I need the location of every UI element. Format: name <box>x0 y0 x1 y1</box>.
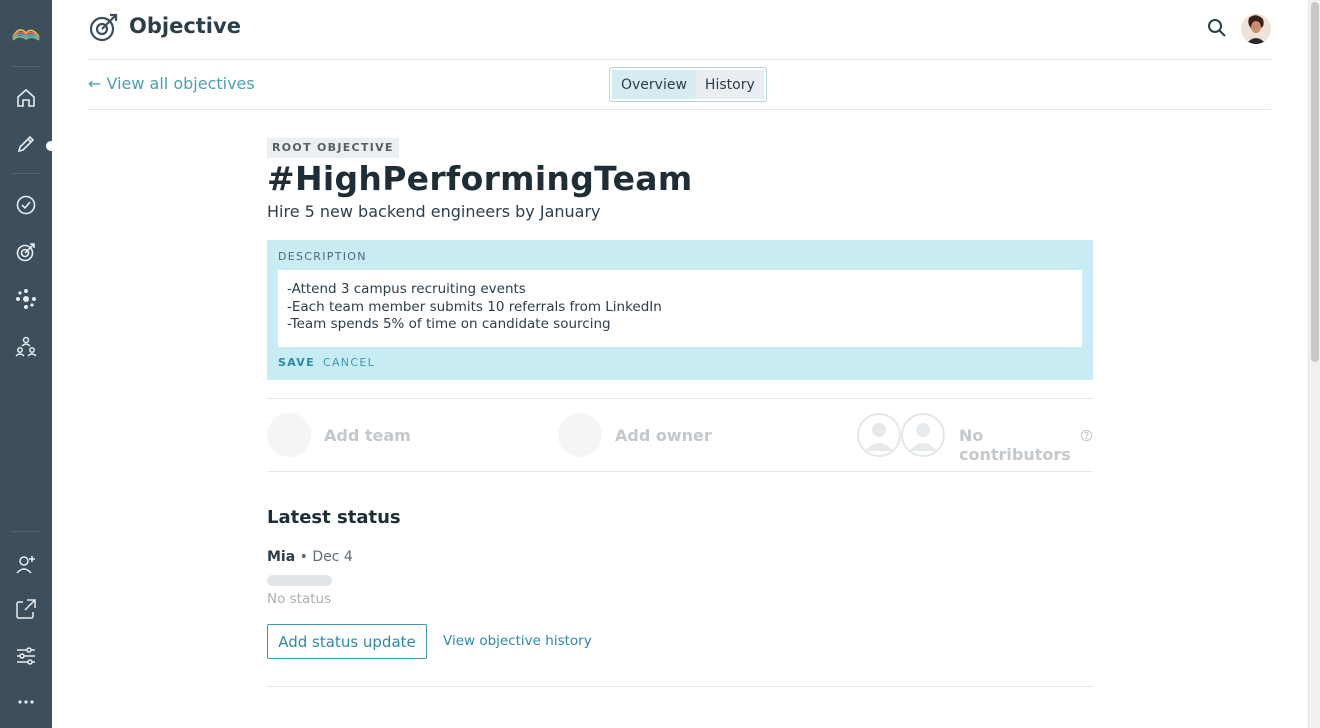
objective-subtitle[interactable]: Hire 5 new backend engineers by January <box>267 202 601 221</box>
network-icon[interactable] <box>0 281 52 317</box>
description-label: DESCRIPTION <box>278 250 367 263</box>
section-divider <box>267 686 1093 687</box>
status-separator: • <box>299 549 308 565</box>
status-date: Dec 4 <box>312 549 353 565</box>
people-row: Add team Add owner No contributors <box>267 398 1093 472</box>
view-objective-history-link[interactable]: View objective history <box>443 633 592 649</box>
active-indicator <box>46 141 56 151</box>
more-icon[interactable] <box>0 684 52 720</box>
contributor-placeholder-icon[interactable] <box>901 413 945 457</box>
status-author-line: Mia • Dec 4 <box>267 549 353 565</box>
root-objective-badge: ROOT OBJECTIVE <box>267 138 399 158</box>
search-icon[interactable] <box>1206 17 1228 39</box>
cancel-button[interactable]: CANCEL <box>323 356 375 369</box>
edit-icon[interactable] <box>0 126 52 162</box>
help-icon[interactable] <box>1080 429 1093 442</box>
tab-history[interactable]: History <box>695 70 764 99</box>
sidebar-divider <box>12 531 40 532</box>
add-team-button[interactable]: Add team <box>324 426 411 445</box>
save-button[interactable]: SAVE <box>278 356 315 369</box>
latest-status-heading: Latest status <box>267 507 401 528</box>
sub-navigation: ← View all objectives Overview History <box>88 60 1271 110</box>
page-scrollbar[interactable] <box>1308 0 1320 728</box>
view-all-objectives-link[interactable]: ← View all objectives <box>88 74 255 93</box>
settings-sliders-icon[interactable] <box>0 638 52 674</box>
share-icon[interactable] <box>0 591 52 627</box>
app-logo-icon[interactable] <box>0 14 52 50</box>
org-chart-icon[interactable] <box>0 328 52 364</box>
team-placeholder-icon[interactable] <box>267 413 311 457</box>
objectives-icon[interactable] <box>0 234 52 270</box>
add-status-update-button[interactable]: Add status update <box>267 624 427 659</box>
check-circle-icon[interactable] <box>0 187 52 223</box>
description-editor: DESCRIPTION -Attend 3 campus recruiting … <box>267 240 1093 380</box>
contributor-placeholder-icon[interactable] <box>857 413 901 457</box>
sidebar-divider <box>12 66 40 67</box>
objective-icon <box>89 13 118 42</box>
status-author-name: Mia <box>267 549 296 565</box>
scrollbar-thumb[interactable] <box>1311 2 1319 362</box>
status-progress-bar <box>267 575 332 586</box>
status-text: No status <box>267 591 332 607</box>
tab-overview[interactable]: Overview <box>612 70 696 99</box>
page-header: Objective <box>88 0 1271 60</box>
add-owner-button[interactable]: Add owner <box>615 426 712 445</box>
owner-placeholder-icon[interactable] <box>558 413 602 457</box>
add-user-icon[interactable] <box>0 546 52 582</box>
sidebar <box>0 0 56 728</box>
description-textarea[interactable]: -Attend 3 campus recruiting events -Each… <box>278 270 1082 347</box>
page-title: Objective <box>129 14 241 38</box>
sidebar-divider <box>12 173 40 174</box>
objective-title[interactable]: #HighPerformingTeam <box>267 159 693 198</box>
avatar[interactable] <box>1241 14 1271 44</box>
home-icon[interactable] <box>0 80 52 116</box>
view-toggle: Overview History <box>609 67 767 102</box>
contributors-label[interactable]: No contributors <box>959 426 1093 464</box>
